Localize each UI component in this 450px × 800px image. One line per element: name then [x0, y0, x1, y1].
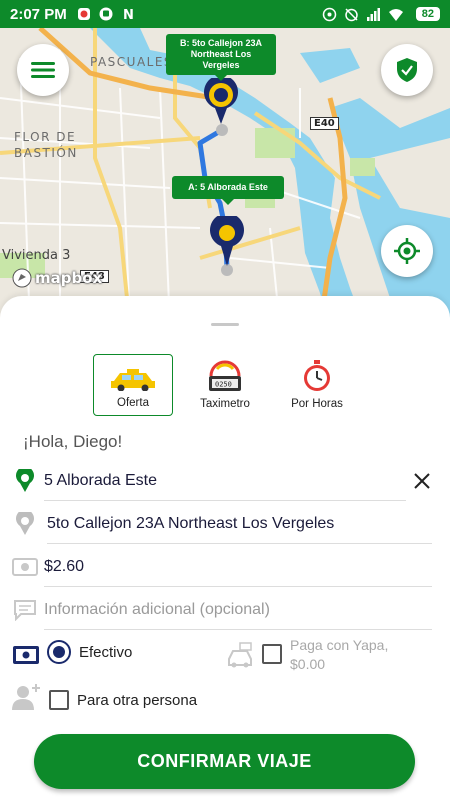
yapa-checkbox[interactable] — [262, 644, 282, 664]
destination-tooltip[interactable]: B: 5to Callejon 23A Northeast Los Vergel… — [166, 34, 276, 81]
shield-check-icon — [397, 58, 417, 82]
destination-pin-icon[interactable] — [203, 78, 239, 126]
service-label-por-horas: Por Horas — [291, 398, 343, 410]
map-label-bastion: BASTIÓN — [14, 146, 78, 160]
destination-tooltip-line2: Northeast Los Vergeles — [190, 49, 252, 70]
origin-pin-icon[interactable] — [209, 216, 245, 268]
yapa-label-line2: $0.00 — [290, 656, 326, 672]
mapbox-logo: mapbox — [12, 268, 102, 288]
money-icon — [12, 555, 38, 579]
additional-info-input[interactable]: Información adicional (opcional) — [44, 590, 432, 630]
other-person-label: Para otra persona — [77, 692, 198, 709]
status-time: 2:07 PM — [10, 5, 67, 23]
bus-notification-icon — [99, 7, 114, 22]
notification-app-icon — [77, 7, 92, 22]
service-label-oferta: Oferta — [117, 397, 149, 409]
crosshair-icon — [394, 238, 420, 264]
alarm-off-icon — [344, 7, 359, 22]
taxi-icon — [111, 369, 155, 391]
cash-radio[interactable] — [47, 640, 71, 664]
destination-marker-icon — [12, 512, 38, 536]
map-view[interactable]: PASCUALES FLOR DE BASTIÓN Vivienda 3 E40… — [0, 28, 450, 328]
battery-level: 82 — [415, 7, 440, 21]
wifi-icon — [388, 7, 403, 22]
road-shield-e40: E40 — [310, 117, 339, 130]
yapa-car-icon — [228, 642, 252, 668]
origin-field[interactable]: 5 Alborada Este — [44, 461, 406, 501]
other-person-checkbox[interactable] — [49, 690, 69, 710]
add-person-icon — [12, 684, 40, 710]
mapbox-icon — [12, 268, 32, 288]
svg-text:N: N — [123, 8, 134, 21]
origin-marker-icon — [12, 469, 38, 493]
map-label-vivienda: Vivienda 3 — [2, 248, 71, 263]
service-option-oferta[interactable]: Oferta — [93, 354, 173, 416]
origin-tooltip[interactable]: A: 5 Alborada Este — [172, 176, 284, 205]
trip-bottom-sheet: Oferta 0250 Taximetro Por Horas ¡Hola, D… — [0, 296, 450, 800]
svg-text:0250: 0250 — [215, 381, 232, 389]
yapa-label-line1: Paga con Yapa, — [290, 637, 389, 653]
destination-field[interactable]: 5to Callejon 23A Northeast Los Vergeles — [47, 504, 432, 544]
price-field[interactable]: $2.60 — [44, 547, 432, 587]
signal-icon — [366, 7, 381, 22]
map-label-pascuales: PASCUALES — [90, 55, 174, 69]
service-option-por-horas[interactable]: Por Horas — [277, 354, 357, 416]
destination-tooltip-line1: B: 5to Callejon 23A — [179, 38, 262, 48]
taximeter-icon: 0250 — [209, 360, 241, 391]
service-option-taximetro[interactable]: 0250 Taximetro — [185, 354, 265, 416]
additional-info-row[interactable]: Información adicional (opcional) — [0, 590, 450, 630]
comment-icon — [12, 598, 38, 622]
origin-row[interactable]: 5 Alborada Este — [0, 461, 450, 501]
service-label-taximetro: Taximetro — [200, 398, 250, 410]
mapbox-logo-text: mapbox — [35, 269, 103, 287]
status-right: 82 — [322, 7, 440, 22]
security-button[interactable] — [381, 44, 433, 96]
status-bar: 2:07 PM N 82 — [0, 0, 450, 28]
cash-label: Efectivo — [79, 644, 133, 661]
locate-me-button[interactable] — [381, 225, 433, 277]
stopwatch-icon — [304, 360, 330, 391]
hotspot-icon — [322, 7, 337, 22]
destination-row[interactable]: 5to Callejon 23A Northeast Los Vergeles — [0, 504, 450, 544]
cash-icon — [13, 646, 39, 664]
price-row[interactable]: $2.60 — [0, 547, 450, 587]
n-notification-icon: N — [121, 7, 136, 22]
app-screen: 2:07 PM N 82 PASCUALES FLOR DE BASTIÓN V… — [0, 0, 450, 800]
menu-button[interactable] — [17, 44, 69, 96]
confirm-trip-button[interactable]: CONFIRMAR VIAJE — [34, 734, 415, 789]
sheet-drag-handle[interactable] — [211, 323, 239, 326]
clear-origin-icon[interactable] — [411, 470, 433, 492]
map-label-flor-de: FLOR DE — [14, 130, 77, 144]
greeting-text: ¡Hola, Diego! — [23, 432, 123, 451]
hamburger-icon — [31, 62, 55, 78]
